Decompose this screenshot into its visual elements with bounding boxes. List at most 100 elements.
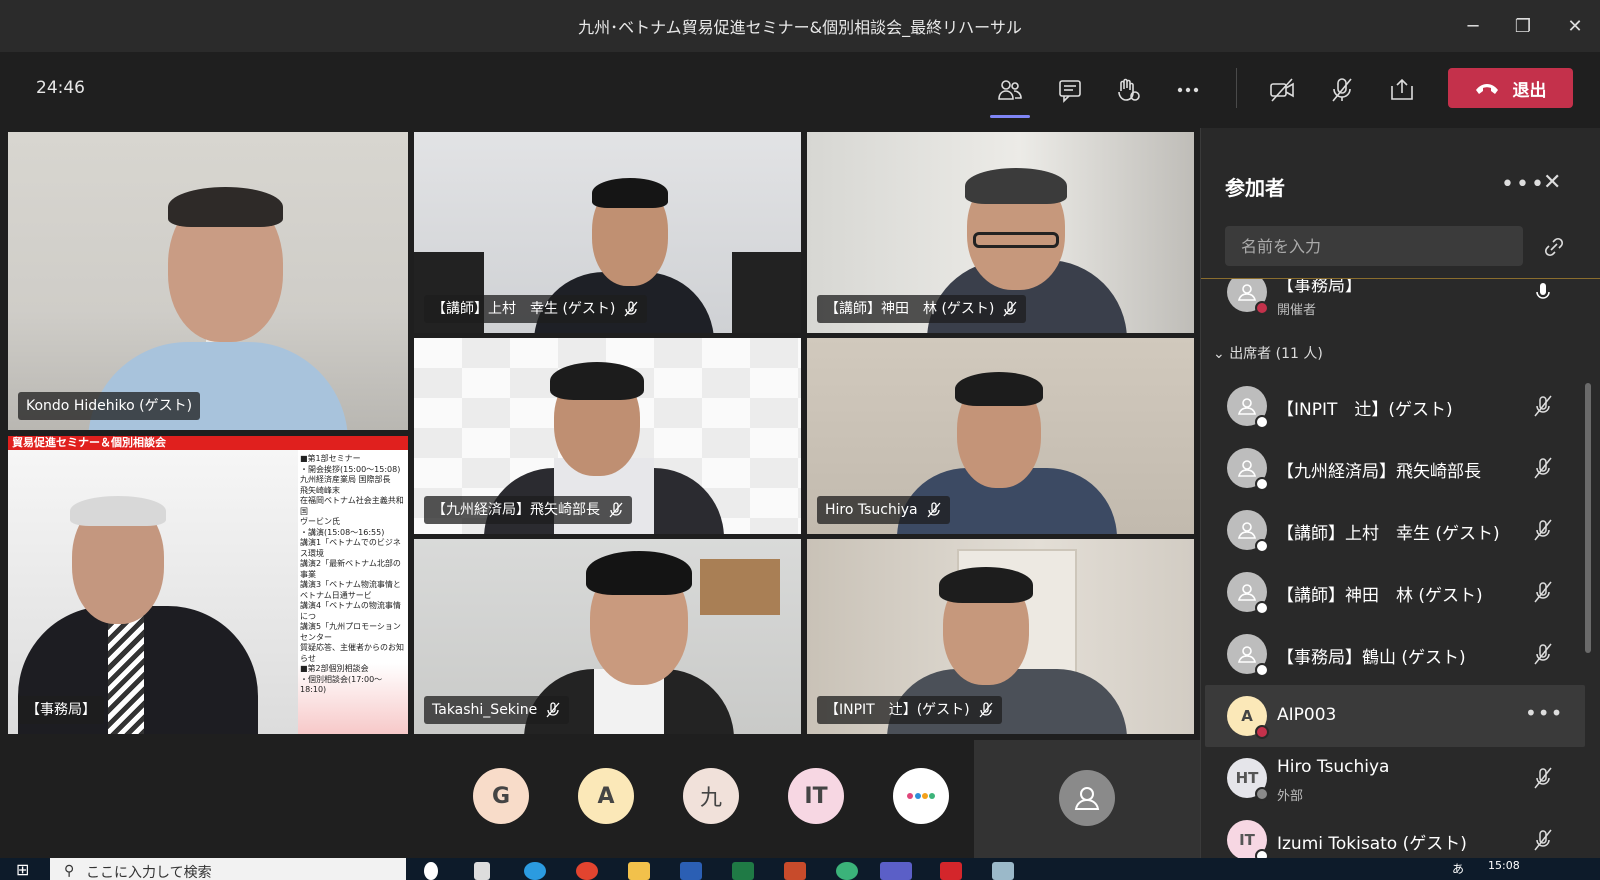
- video-name: Takashi_Sekine: [432, 702, 538, 718]
- taskbar-search-box[interactable]: ⚲ ここに入力して検索: [50, 858, 406, 880]
- person-icon: [1237, 284, 1257, 301]
- chrome-icon[interactable]: [576, 862, 598, 880]
- reactions-button[interactable]: [1108, 70, 1148, 110]
- taskbar-clock[interactable]: 15:08: [1488, 859, 1520, 872]
- presence-badge: [1255, 539, 1269, 553]
- participant-row[interactable]: IT Izumi Tokisato (ゲスト): [1201, 809, 1581, 858]
- minimize-button[interactable]: ─: [1448, 0, 1498, 52]
- meeting-toolbar: 24:46 退出: [0, 52, 1600, 126]
- task-view-icon[interactable]: [474, 862, 490, 880]
- presence-badge: [1255, 415, 1269, 429]
- share-screen-button[interactable]: [1382, 70, 1422, 110]
- leave-button[interactable]: 退出: [1448, 68, 1573, 108]
- avatar-initials: G: [491, 783, 511, 809]
- participant-row[interactable]: 【講師】上村 幸生 (ゲスト): [1201, 499, 1581, 561]
- slide-line: 講演1「ベトナムでのビジネス環境: [300, 538, 401, 558]
- participant-row[interactable]: 【九州経済局】飛矢崎部長: [1201, 437, 1581, 499]
- camera-toggle-button[interactable]: [1262, 70, 1302, 110]
- raise-hand-icon: [1118, 78, 1140, 101]
- participant-row[interactable]: 【事務局】鶴山 (ゲスト): [1201, 623, 1581, 685]
- word-icon[interactable]: [680, 862, 702, 880]
- panel-scrollbar[interactable]: [1585, 383, 1591, 653]
- video-name-label: 【九州経済局】飛矢崎部長: [424, 496, 632, 524]
- video-name-label: 【INPIT 辻】(ゲスト): [817, 696, 1002, 724]
- section-label: 出席者 (11 人): [1229, 346, 1323, 362]
- slide-line: ・個別相談会(17:00〜18:10): [300, 674, 383, 695]
- mic-toggle-button[interactable]: [1322, 70, 1362, 110]
- meeting-timer: 24:46: [36, 78, 85, 98]
- video-tile[interactable]: 貿易促進セミナー＆個別相談会 ■第1部セミナー ・開会挨拶(15:00〜15:0…: [8, 436, 408, 734]
- slide-line: ベトナム日通サービ: [300, 590, 372, 600]
- presence-badge: [1255, 725, 1269, 739]
- participant-avatar[interactable]: A: [578, 768, 634, 824]
- presence-badge: [1255, 849, 1269, 858]
- attendees-section-header[interactable]: ⌄ 出席者 (11 人): [1213, 343, 1323, 363]
- cortana-icon[interactable]: [424, 862, 438, 880]
- app-icon[interactable]: [992, 862, 1014, 880]
- slide-line: ・講演(15:08〜16:55): [300, 527, 385, 537]
- mic-off-icon: [927, 502, 941, 518]
- participant-row[interactable]: 【講師】神田 林 (ゲスト): [1201, 561, 1581, 623]
- participant-avatar[interactable]: 九: [683, 768, 739, 824]
- app-icon[interactable]: [836, 862, 858, 880]
- participant-search-input[interactable]: [1225, 226, 1523, 266]
- participant-name: Hiro Tsuchiya: [1277, 757, 1390, 777]
- mic-off-icon: [1003, 301, 1017, 317]
- mic-off-icon: [1534, 767, 1552, 789]
- powerpoint-icon[interactable]: [784, 862, 806, 880]
- video-tile[interactable]: 【講師】神田 林 (ゲスト): [807, 132, 1194, 333]
- mic-off-icon: [546, 702, 560, 718]
- mic-off-icon: [609, 502, 623, 518]
- participant-avatar[interactable]: IT: [788, 768, 844, 824]
- panel-more-button[interactable]: •••: [1501, 172, 1546, 197]
- panel-close-button[interactable]: ✕: [1543, 170, 1561, 195]
- participant-row-selected[interactable]: A AIP003 •••: [1205, 685, 1585, 747]
- share-invite-link-icon[interactable]: [1541, 234, 1567, 260]
- avatar-initials: 九: [699, 786, 722, 811]
- participants-button[interactable]: [990, 70, 1030, 118]
- video-tile[interactable]: 【九州経済局】飛矢崎部長: [414, 338, 801, 534]
- restore-button[interactable]: ❐: [1498, 0, 1548, 52]
- chat-button[interactable]: [1050, 70, 1090, 110]
- participant-name: Izumi Tokisato (ゲスト): [1277, 834, 1467, 854]
- presence-badge: [1255, 663, 1269, 677]
- participant-row[interactable]: HT Hiro Tsuchiya 外部: [1201, 747, 1581, 809]
- video-tile[interactable]: 【INPIT 辻】(ゲスト): [807, 539, 1194, 734]
- mic-off-icon: [1534, 829, 1552, 851]
- video-tile[interactable]: Takashi_Sekine: [414, 539, 801, 734]
- video-name: Hiro Tsuchiya: [825, 502, 918, 518]
- row-more-button[interactable]: •••: [1525, 701, 1563, 725]
- mic-off-icon: [979, 702, 993, 718]
- taskbar-search-placeholder: ここに入力して検索: [86, 865, 212, 880]
- avatar-initials: IT: [1239, 831, 1255, 849]
- acrobat-icon[interactable]: [940, 862, 962, 880]
- more-actions-button[interactable]: [1168, 70, 1208, 110]
- close-window-button[interactable]: ✕: [1550, 0, 1600, 52]
- person-tie: [108, 616, 144, 734]
- chair-back: [732, 252, 801, 333]
- slide-line: 講演5「九州プロモーションセンター: [300, 622, 401, 642]
- slide-line: 飛矢崎峰末: [300, 485, 340, 495]
- excel-icon[interactable]: [732, 862, 754, 880]
- video-tile[interactable]: 【講師】上村 幸生 (ゲスト): [414, 132, 801, 333]
- participant-name: 【INPIT 辻】(ゲスト): [1277, 400, 1453, 420]
- participant-role: 開催者: [1277, 303, 1317, 318]
- cardboard-box: [700, 559, 780, 615]
- more-participants-avatar[interactable]: [893, 768, 949, 824]
- teams-icon[interactable]: [880, 862, 912, 880]
- windows-start-icon[interactable]: ⊞: [16, 860, 29, 879]
- organizer-row[interactable]: 【事務局】 開催者: [1201, 279, 1581, 323]
- slide-header: 貿易促進セミナー＆個別相談会: [8, 436, 408, 450]
- self-view-tile[interactable]: [974, 740, 1200, 858]
- file-explorer-icon[interactable]: [628, 862, 650, 880]
- ime-indicator[interactable]: あ: [1452, 860, 1464, 877]
- video-tile[interactable]: Hiro Tsuchiya: [807, 338, 1194, 534]
- video-name-label: Kondo Hidehiko (ゲスト): [18, 392, 201, 420]
- edge-icon[interactable]: [524, 862, 546, 880]
- participant-name: 【九州経済局】飛矢崎部長: [1277, 462, 1481, 482]
- participant-row[interactable]: 【INPIT 辻】(ゲスト): [1201, 375, 1581, 437]
- participant-avatar[interactable]: G: [473, 768, 529, 824]
- camera-off-icon: [1270, 78, 1294, 102]
- video-tile[interactable]: Kondo Hidehiko (ゲスト): [8, 132, 408, 430]
- slide-line: 在福岡ベトナム社会主義共和国: [300, 496, 404, 516]
